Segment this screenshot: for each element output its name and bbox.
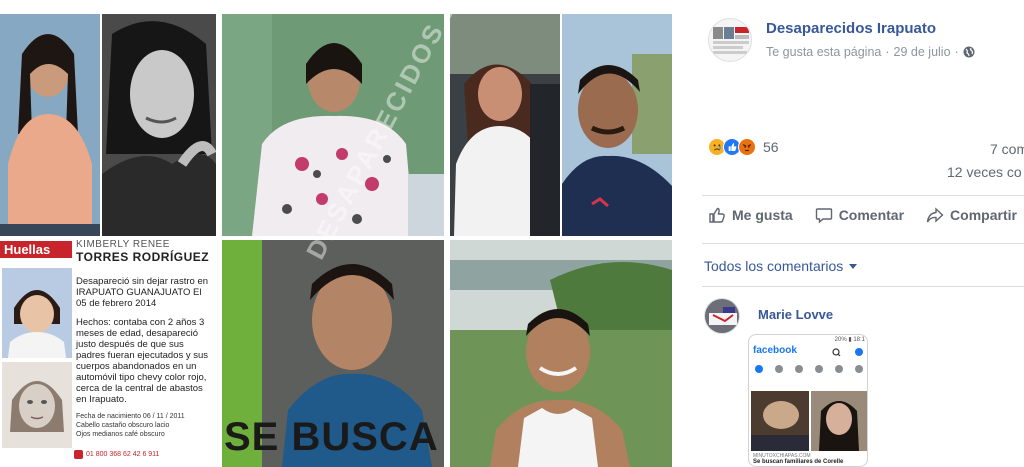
comment-filter-dropdown[interactable]: Todos los comentarios — [704, 258, 858, 274]
meta-separator: · — [885, 45, 890, 59]
comments-count-link[interactable]: 7 com — [990, 141, 1024, 157]
groups-icon — [815, 365, 823, 373]
flyer-surname: TORRES RODRÍGUEZ — [76, 250, 210, 264]
reaction-count: 56 — [763, 139, 779, 155]
share-button[interactable]: Compartir — [926, 206, 1017, 224]
divider-middle — [702, 243, 1024, 244]
like-button[interactable]: Me gusta — [708, 206, 793, 224]
caret-down-icon — [849, 263, 858, 269]
flyer-child-photo — [2, 268, 72, 358]
flyer-disappearance-text: Desapareció sin dejar rastro en IRAPUATO… — [76, 276, 209, 309]
flyer-age-progression-sketch — [2, 362, 72, 448]
divider-top — [702, 195, 1024, 196]
flyer-hair: Cabello castaño obscuro lacio — [76, 422, 170, 429]
post-image-collage[interactable]: Huellas KIMBERLY RENEE TORRES RODRÍGUEZ … — [0, 0, 680, 467]
post-meta: Te gusta esta página · 29 de julio · — [766, 45, 975, 59]
screenshot-headline: Se buscan familiares de Corelle — [753, 459, 844, 465]
meta-separator-2: · — [954, 45, 959, 59]
friends-icon — [795, 365, 803, 373]
phone-icon — [74, 450, 83, 459]
comment-attached-screenshot[interactable]: 20% ▮ 18:1 facebook MINUTOXCHIAPAS.COM S… — [748, 334, 868, 467]
flyer-eyes: Ojos medianos café obscuro — [76, 431, 165, 438]
shares-count-link[interactable]: 12 veces co — [947, 164, 1022, 180]
page-name-link[interactable]: Desaparecidos Irapuato — [766, 20, 936, 37]
photo-woman-in-car — [450, 14, 560, 236]
screenshot-photo-right — [811, 391, 867, 451]
flyer-birth-date: Fecha de nacimiento 06 / 11 / 2011 — [76, 413, 185, 420]
comment-button[interactable]: Comentar — [815, 206, 904, 224]
post-actions-bar: Me gusta Comentar Compartir — [708, 206, 1017, 224]
like-button-label: Me gusta — [732, 207, 793, 223]
watch-icon — [775, 365, 783, 373]
photo-young-man-se-busca: SE BUSCA — [222, 240, 444, 467]
commenter-avatar[interactable] — [704, 298, 740, 334]
photo-young-woman-bw — [102, 14, 216, 236]
thumbs-up-icon — [709, 207, 725, 223]
flyer-header: Huellas KIMBERLY RENEE TORRES RODRÍGUEZ — [0, 240, 216, 264]
screenshot-status-bar: 20% ▮ 18:1 — [834, 337, 865, 343]
screenshot-nav-icons — [749, 361, 867, 377]
flyer-physical-details: Fecha de nacimiento 06 / 11 / 2011 Cabel… — [76, 412, 214, 439]
flyer-first-name: KIMBERLY RENEE — [76, 240, 170, 250]
comment-bubble-icon — [815, 208, 832, 224]
page-liked-status[interactable]: Te gusta esta página — [766, 45, 881, 59]
flyer-phone-number: 01 800 368 62 42 6 911 — [86, 451, 160, 458]
screenshot-photo-left — [751, 391, 809, 451]
share-arrow-icon — [926, 207, 944, 223]
comment-button-label: Comentar — [838, 207, 905, 223]
divider-bottom — [702, 286, 1024, 287]
photo-young-woman-peach — [0, 14, 100, 236]
comment-filter-label: Todos los comentarios — [704, 258, 844, 274]
share-button-label: Compartir — [950, 207, 1017, 223]
angry-reaction-icon — [738, 138, 756, 156]
notifications-icon — [835, 365, 843, 373]
post-date[interactable]: 29 de julio — [894, 45, 951, 59]
home-icon — [755, 365, 763, 373]
flyer-description: Desapareció sin dejar rastro en IRAPUATO… — [76, 276, 214, 413]
photo-man-tank-top — [450, 240, 672, 467]
flyer-brand-logo: Huellas — [0, 241, 72, 258]
missing-child-flyer: Huellas KIMBERLY RENEE TORRES RODRÍGUEZ … — [0, 240, 216, 467]
reaction-summary[interactable]: 56 — [708, 138, 779, 156]
flyer-facts-text: Hechos: contaba con 2 años 3 meses de ed… — [76, 317, 209, 405]
flyer-phone-line: 01 800 368 62 42 6 911 — [74, 450, 159, 459]
menu-icon — [855, 365, 863, 373]
search-icon — [832, 348, 863, 357]
photo-man-mustache — [562, 14, 672, 236]
page-avatar[interactable] — [708, 18, 752, 62]
post-side-panel: Desaparecidos Irapuato Te gusta esta pág… — [690, 0, 1024, 467]
commenter-name-link[interactable]: Marie Lovve — [758, 307, 833, 322]
screenshot-app-logo: facebook — [753, 345, 797, 356]
se-busca-caption: SE BUSCA — [224, 415, 439, 459]
globe-icon[interactable] — [963, 46, 975, 58]
